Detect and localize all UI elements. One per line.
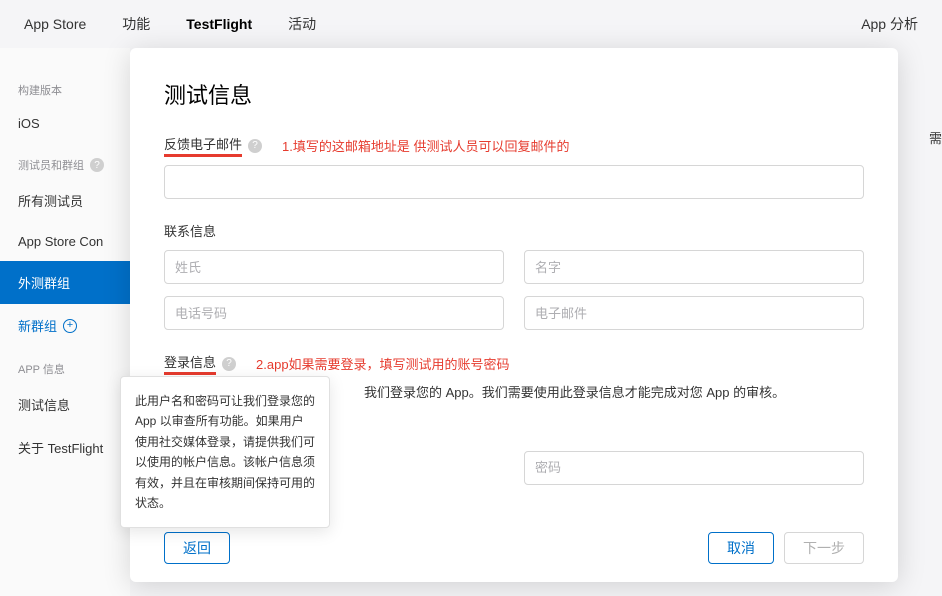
top-nav: App Store 功能 TestFlight 活动 App 分析 — [0, 0, 942, 48]
sidebar-item-external-group[interactable]: 外测群组 — [0, 261, 130, 304]
contact-email-input[interactable] — [524, 296, 864, 330]
phone-input[interactable] — [164, 296, 504, 330]
nav-activity[interactable]: 活动 — [288, 14, 316, 34]
password-input[interactable] — [524, 451, 864, 485]
sidebar-section-appinfo: APP 信息 — [0, 347, 130, 383]
surname-input[interactable] — [164, 250, 504, 284]
sidebar-new-group[interactable]: 新群组 + — [0, 304, 130, 347]
back-button[interactable]: 返回 — [164, 532, 230, 564]
label-contact-info: 联系信息 — [164, 221, 864, 240]
annotation-1: 1.填写的这邮箱地址是 供测试人员可以回复邮件的 — [282, 136, 569, 155]
nav-analytics[interactable]: App 分析 — [861, 14, 918, 34]
annotation-2: 2.app如果需要登录，填写测试用的账号密码 — [256, 354, 510, 373]
modal-title: 测试信息 — [164, 78, 864, 110]
next-button: 下一步 — [784, 532, 864, 564]
nav-testflight[interactable]: TestFlight — [186, 16, 252, 32]
nav-features[interactable]: 功能 — [122, 14, 150, 34]
sidebar-item-ios[interactable]: iOS — [0, 104, 130, 143]
sidebar-section-builds: 构建版本 — [0, 68, 130, 104]
sidebar-item-about-testflight[interactable]: 关于 TestFlight — [0, 426, 130, 469]
given-name-input[interactable] — [524, 250, 864, 284]
cropped-text: 需 — [929, 128, 942, 147]
sidebar-section-testers: 测试员和群组 ? — [0, 143, 130, 179]
label-feedback-email: 反馈电子邮件 — [164, 134, 242, 157]
login-info-tooltip: 此用户名和密码可让我们登录您的 App 以审查所有功能。如果用户使用社交媒体登录… — [120, 376, 330, 528]
feedback-email-input[interactable] — [164, 165, 864, 199]
help-icon[interactable]: ? — [222, 357, 236, 371]
help-icon[interactable]: ? — [90, 158, 104, 172]
sidebar-item-all-testers[interactable]: 所有测试员 — [0, 179, 130, 222]
sidebar-item-appstore-connect[interactable]: App Store Con — [0, 222, 130, 261]
cancel-button[interactable]: 取消 — [708, 532, 774, 564]
sidebar: 构建版本 iOS 测试员和群组 ? 所有测试员 App Store Con 外测… — [0, 48, 130, 596]
label-login-info: 登录信息 — [164, 352, 216, 375]
nav-appstore[interactable]: App Store — [24, 16, 86, 32]
help-icon[interactable]: ? — [248, 139, 262, 153]
plus-circle-icon: + — [63, 319, 77, 333]
sidebar-item-test-info[interactable]: 测试信息 — [0, 383, 130, 426]
